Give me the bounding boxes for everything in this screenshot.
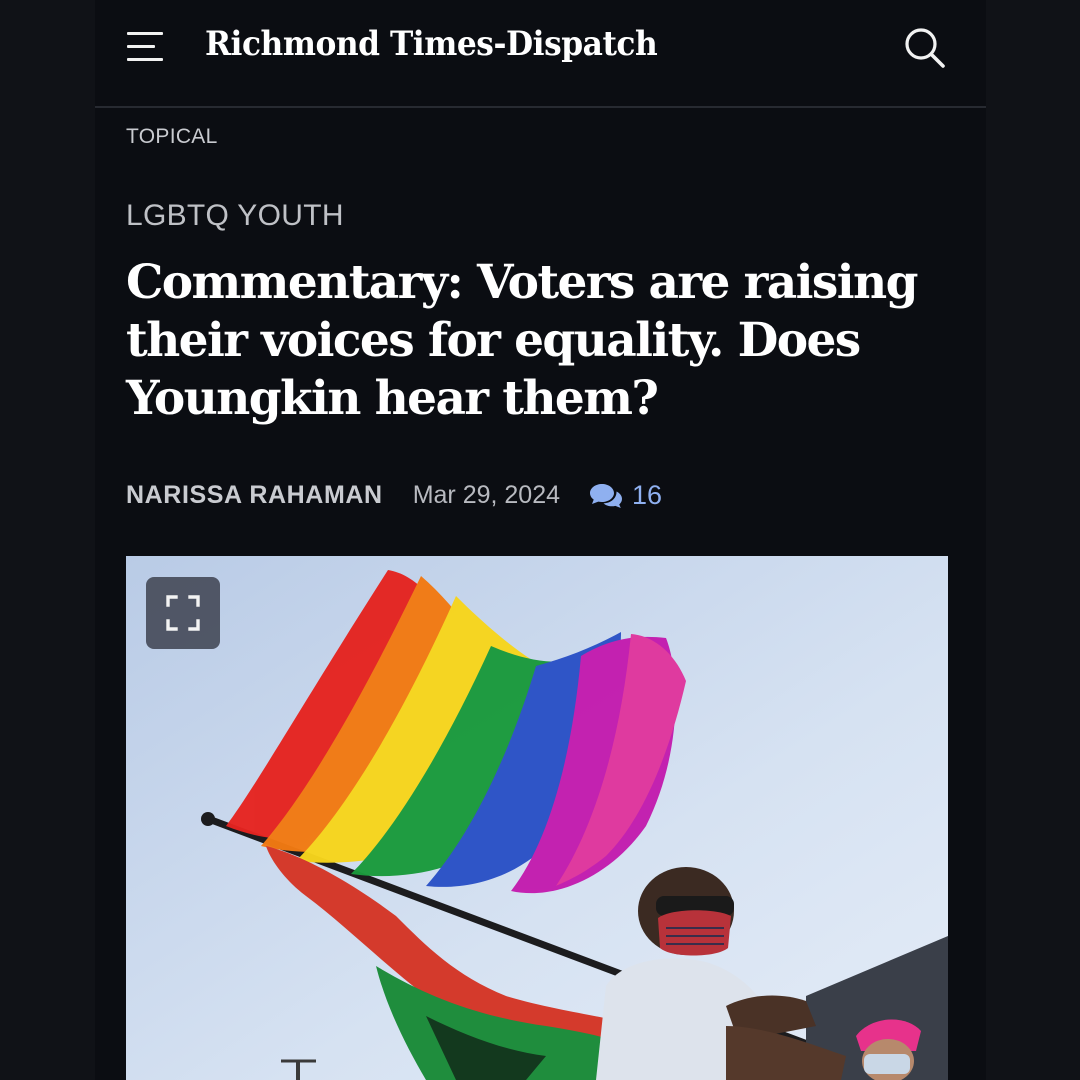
byline: NARISSA RAHAMAN Mar 29, 2024 16: [126, 480, 662, 511]
fullscreen-expand-icon[interactable]: [146, 577, 220, 649]
hamburger-menu-icon[interactable]: [125, 30, 165, 64]
topical-label[interactable]: TOPICAL: [126, 125, 218, 149]
article-photo[interactable]: [126, 556, 948, 1080]
comment-count: 16: [632, 480, 663, 510]
app-screen: Richmond Times-Dispatch TOPICAL LGBTQ YO…: [95, 0, 986, 1080]
publish-date: Mar 29, 2024: [412, 481, 561, 509]
search-icon[interactable]: [903, 26, 947, 70]
comments-icon: [590, 483, 623, 508]
photo-rainbow-flag-protest: [126, 556, 948, 1080]
comments-link[interactable]: 16: [588, 480, 662, 511]
article-headline: Commentary: Voters are raising their voi…: [126, 255, 918, 426]
top-navigation-bar: Richmond Times-Dispatch: [95, 0, 986, 108]
section-label[interactable]: LGBTQ YOUTH: [126, 199, 344, 233]
site-logo[interactable]: Richmond Times-Dispatch: [205, 24, 658, 64]
author-name[interactable]: NARISSA RAHAMAN: [126, 481, 383, 510]
